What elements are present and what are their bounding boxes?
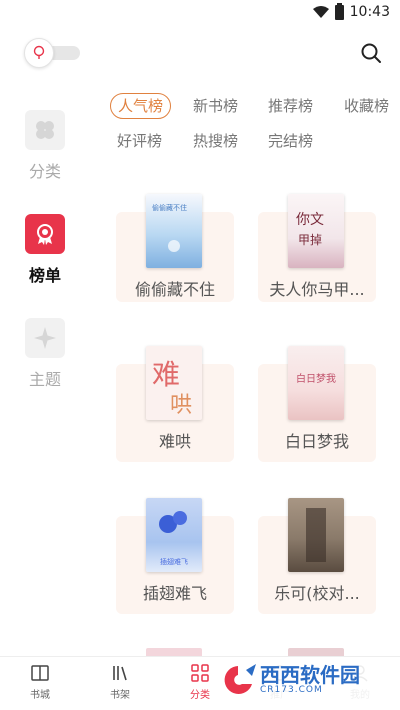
status-bar: 10:43 bbox=[0, 0, 400, 26]
tab-hot-search[interactable]: 热搜榜 bbox=[193, 128, 238, 154]
left-nav-label: 榜单 bbox=[28, 266, 61, 285]
left-nav-ranking[interactable]: 榜单 bbox=[0, 214, 90, 286]
book-cover: 白日梦我 bbox=[288, 346, 344, 420]
book-card[interactable]: 偷偷藏不住 偷偷藏不住 bbox=[116, 192, 236, 312]
book-title: 偷偷藏不住 bbox=[134, 280, 215, 299]
bottom-nav-label: 分类 bbox=[190, 690, 210, 701]
book-title: 乐可(校对... bbox=[274, 584, 360, 603]
book-title: 夫人你马甲... bbox=[269, 280, 365, 299]
svg-text:难: 难 bbox=[152, 358, 180, 391]
book-card[interactable]: 白日梦我 白日梦我 bbox=[258, 344, 378, 464]
book-title: 难哄 bbox=[158, 432, 191, 451]
bottom-nav-bookshelf[interactable]: 书架 bbox=[90, 663, 150, 701]
bottom-nav-label: 书架 bbox=[110, 690, 130, 701]
svg-text:白日梦我: 白日梦我 bbox=[296, 372, 336, 385]
lightbulb-icon bbox=[24, 38, 54, 68]
book-cover bbox=[288, 498, 344, 572]
svg-text:哄: 哄 bbox=[170, 393, 192, 418]
book-card[interactable]: 插翅难飞 插翅难飞 bbox=[116, 496, 236, 616]
status-time: 10:43 bbox=[349, 4, 390, 20]
svg-text:偷偷藏不住: 偷偷藏不住 bbox=[152, 203, 187, 212]
book-card[interactable]: 你文甲掉 夫人你马甲... bbox=[258, 192, 378, 312]
left-nav-category[interactable]: 分类 bbox=[0, 110, 90, 182]
clover-icon bbox=[25, 110, 65, 150]
svg-text:甲掉: 甲掉 bbox=[298, 233, 322, 247]
book-card[interactable]: 乐可(校对... bbox=[258, 496, 378, 616]
theme-toggle[interactable] bbox=[24, 38, 80, 68]
bottom-nav-label: 书城 bbox=[30, 690, 50, 701]
tab-completed[interactable]: 完结榜 bbox=[268, 128, 313, 154]
watermark-logo-icon bbox=[224, 664, 256, 694]
left-nav-theme[interactable]: 主题 bbox=[0, 318, 90, 390]
diamond-star-icon bbox=[25, 318, 65, 358]
book-title: 插翅难飞 bbox=[142, 584, 207, 603]
bottom-nav-bookstore[interactable]: 书城 bbox=[10, 663, 70, 701]
award-ribbon-icon bbox=[25, 214, 65, 254]
book-open-icon bbox=[31, 665, 49, 681]
book-cover: 你文 甲掉 bbox=[288, 194, 344, 268]
wifi-icon bbox=[312, 6, 329, 18]
search-button[interactable] bbox=[360, 42, 382, 64]
book-card[interactable]: 难哄 难哄 bbox=[116, 344, 236, 464]
book-cover: 难哄 bbox=[146, 346, 202, 420]
left-nav-label: 分类 bbox=[28, 162, 61, 181]
book-title: 白日梦我 bbox=[284, 432, 349, 451]
battery-icon bbox=[334, 2, 344, 20]
tab-popular[interactable]: 人气榜 bbox=[110, 93, 172, 119]
book-cover: 插翅难飞 bbox=[146, 498, 202, 572]
search-icon bbox=[361, 43, 381, 63]
svg-text:插翅难飞: 插翅难飞 bbox=[160, 557, 188, 566]
category-grid-icon bbox=[191, 664, 209, 682]
tab-recommended[interactable]: 推荐榜 bbox=[268, 93, 313, 119]
svg-text:你文: 你文 bbox=[296, 212, 324, 228]
tab-favorites[interactable]: 收藏榜 bbox=[344, 93, 389, 119]
tab-new-books[interactable]: 新书榜 bbox=[193, 93, 238, 119]
bookshelf-icon bbox=[113, 666, 127, 681]
site-watermark: 西西软件园 CR173.COM bbox=[214, 660, 390, 700]
book-cover: 偷偷藏不住 bbox=[146, 194, 202, 268]
left-nav-label: 主题 bbox=[28, 370, 61, 389]
watermark-name: 西西软件园 bbox=[260, 663, 360, 687]
tab-top-rated[interactable]: 好评榜 bbox=[117, 128, 162, 154]
